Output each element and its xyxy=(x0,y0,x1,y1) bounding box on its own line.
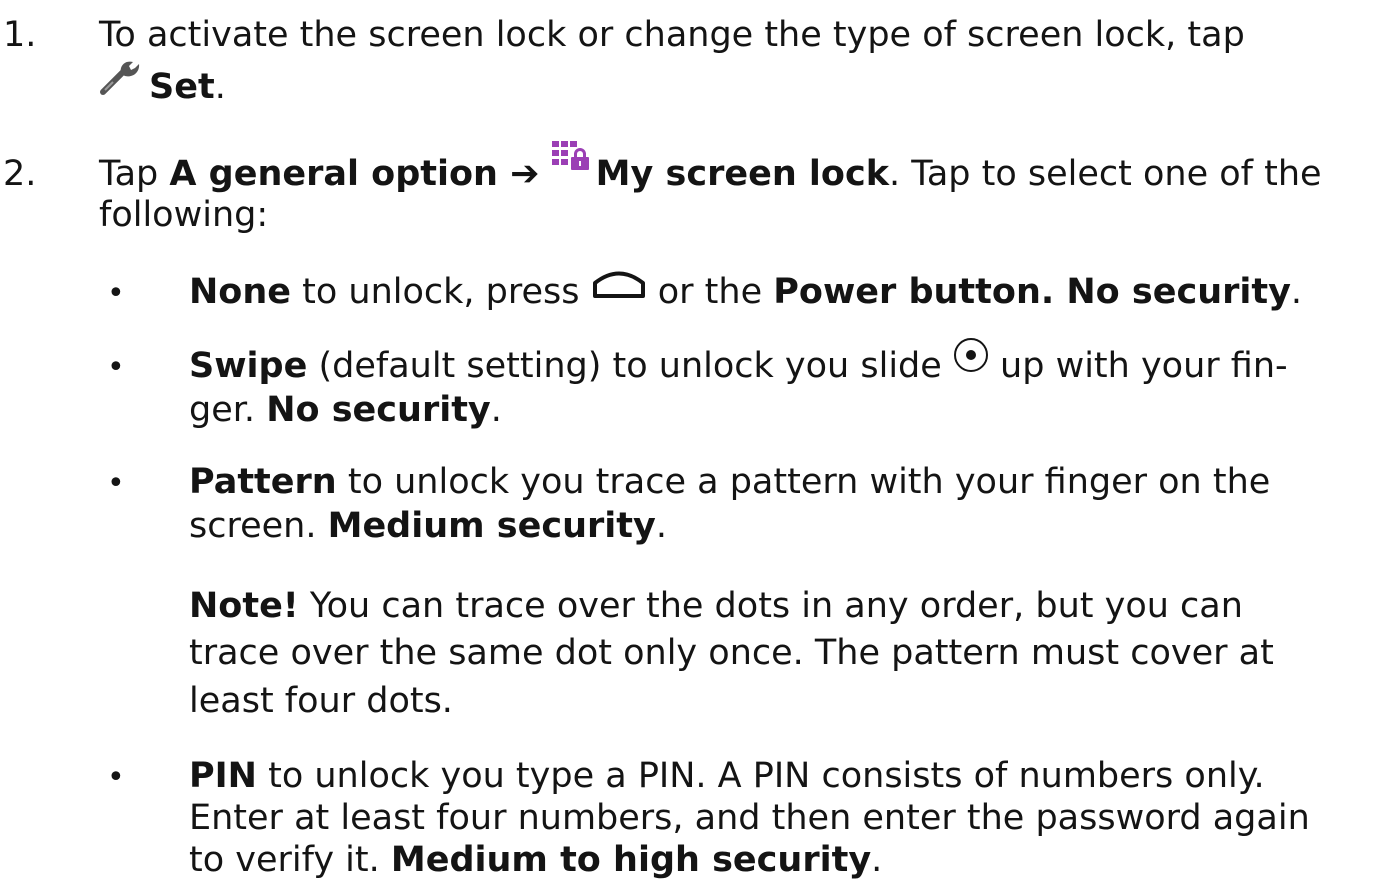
swipe-end: . xyxy=(490,390,502,430)
swipe-security: No security xyxy=(266,390,491,430)
step-1-text: To activate the screen lock or change th… xyxy=(99,15,1245,55)
pin-security: Medium to high security xyxy=(390,840,872,880)
note-line1: Note! You can trace over the dots in any… xyxy=(189,585,1243,627)
none-text-a: to unlock, press xyxy=(291,272,591,312)
pattern-line2-a: screen. xyxy=(189,506,328,546)
step-2-rest: . Tap to select one of the xyxy=(889,154,1322,194)
arrow-glyph: ➔ xyxy=(497,154,552,194)
step-2-tap: Tap xyxy=(99,154,170,194)
bullet: • xyxy=(107,760,125,795)
option-pin-text: PIN to unlock you type a PIN. A PIN cons… xyxy=(189,755,1265,797)
set-period: . xyxy=(214,67,226,107)
swipe-line2-a: ger. xyxy=(189,390,267,430)
option-swipe-text: Swipe (default setting) to unlock you sl… xyxy=(189,338,1288,387)
option-none-text: None to unlock, press or the Power butto… xyxy=(189,271,1302,313)
pin-label: PIN xyxy=(189,756,257,796)
step-2-text: Tap A general option ➔ My screen lock. T… xyxy=(99,141,1322,195)
pattern-end: . xyxy=(655,506,667,546)
bullet: • xyxy=(107,466,125,501)
none-end: . xyxy=(1290,272,1303,312)
screen-lock-icon xyxy=(551,139,590,181)
bullet: • xyxy=(107,350,125,385)
option-pattern-text: Pattern to unlock you trace a pattern wi… xyxy=(189,461,1270,503)
none-security: No security xyxy=(1066,272,1291,312)
note-text-1: You can trace over the dots in any order… xyxy=(298,586,1243,626)
pin-line3-a: to verify it. xyxy=(189,840,391,880)
pin-text-a: to unlock you type a PIN. A PIN consists… xyxy=(256,756,1265,796)
option-pattern-line2: screen. Medium security. xyxy=(189,505,667,547)
none-text-c: . xyxy=(1040,272,1067,312)
swipe-text-b: up with your fin- xyxy=(988,346,1288,386)
option-pin-line3: to verify it. Medium to high security. xyxy=(189,839,882,881)
my-screen-lock-label: My screen lock xyxy=(595,154,889,194)
none-text-b: or the xyxy=(646,272,774,312)
note-line2: trace over the same dot only once. The p… xyxy=(189,633,1274,673)
set-label: Set xyxy=(149,67,215,107)
wrench-icon xyxy=(99,56,141,106)
general-option-label: A general option xyxy=(169,154,498,194)
pattern-security: Medium security xyxy=(327,506,656,546)
power-button-label: Power button xyxy=(773,272,1041,312)
step-number-2: 2. xyxy=(3,154,37,194)
swipe-text-a: (default setting) to unlock you slide xyxy=(307,346,953,386)
pattern-label: Pattern xyxy=(189,462,337,502)
slide-circle-icon xyxy=(953,337,989,383)
home-icon xyxy=(591,266,647,310)
step-1-line2: Set. xyxy=(99,61,226,108)
pattern-text-a: to unlock you trace a pattern with your … xyxy=(336,462,1271,502)
step-number-1: 1. xyxy=(3,15,37,55)
step-2-line2: following: xyxy=(99,195,269,235)
note-line3: least four dots. xyxy=(189,681,453,721)
pin-end: . xyxy=(871,840,883,880)
option-pin-line2: Enter at least four numbers, and then en… xyxy=(189,798,1310,838)
none-label: None xyxy=(189,272,291,312)
option-swipe-line2: ger. No security. xyxy=(189,389,502,431)
bullet: • xyxy=(107,276,125,311)
note-label: Note! xyxy=(189,586,299,626)
swipe-label: Swipe xyxy=(189,346,308,386)
